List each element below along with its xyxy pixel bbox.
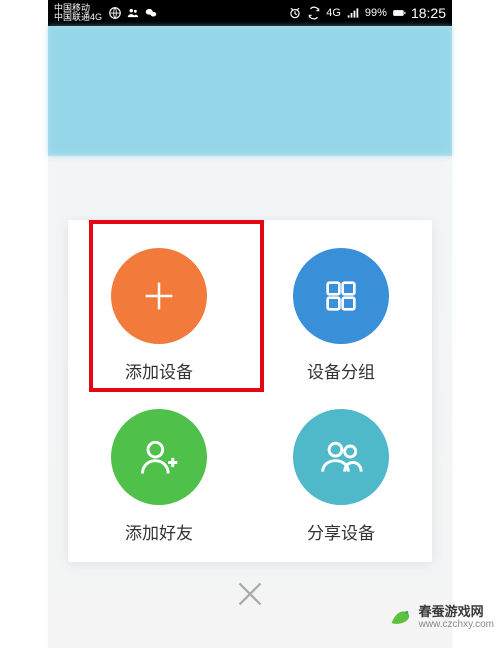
action-label: 设备分组 — [307, 358, 375, 383]
action-share-device[interactable]: 分享设备 — [250, 409, 432, 544]
wechat-icon — [144, 6, 158, 20]
signal-type: 4G — [326, 7, 341, 19]
watermark: 春蚕游戏网 www.czchxy.com — [387, 601, 494, 630]
group-icon — [293, 409, 389, 505]
watermark-name: 春蚕游戏网 — [419, 604, 484, 619]
action-add-friend[interactable]: 添加好友 — [68, 409, 250, 544]
watermark-logo-icon — [387, 602, 415, 630]
carrier-2: 中国联通4G — [54, 13, 102, 22]
sync-icon — [307, 6, 321, 20]
signal-strength-icon — [346, 6, 360, 20]
battery-icon — [392, 6, 406, 20]
action-add-device[interactable]: 添加设备 — [68, 248, 250, 383]
battery-percent: 99% — [365, 7, 387, 19]
android-status-bar: 中国移动 中国联通4G 4G — [48, 0, 452, 26]
close-button[interactable] — [232, 576, 268, 612]
grid-icon — [293, 248, 389, 344]
action-device-group[interactable]: 设备分组 — [250, 248, 432, 383]
clock-time: 18:25 — [411, 5, 446, 21]
action-label: 分享设备 — [307, 519, 375, 544]
action-sheet: 添加设备 设备分组 添加好友 分享设备 — [68, 220, 432, 562]
plus-icon — [111, 248, 207, 344]
action-label: 添加设备 — [125, 358, 193, 383]
alarm-icon — [288, 6, 302, 20]
add-friend-icon — [111, 409, 207, 505]
watermark-url: www.czchxy.com — [419, 620, 494, 630]
people-icon — [126, 6, 140, 20]
action-label: 添加好友 — [125, 519, 193, 544]
browser-icon — [108, 6, 122, 20]
